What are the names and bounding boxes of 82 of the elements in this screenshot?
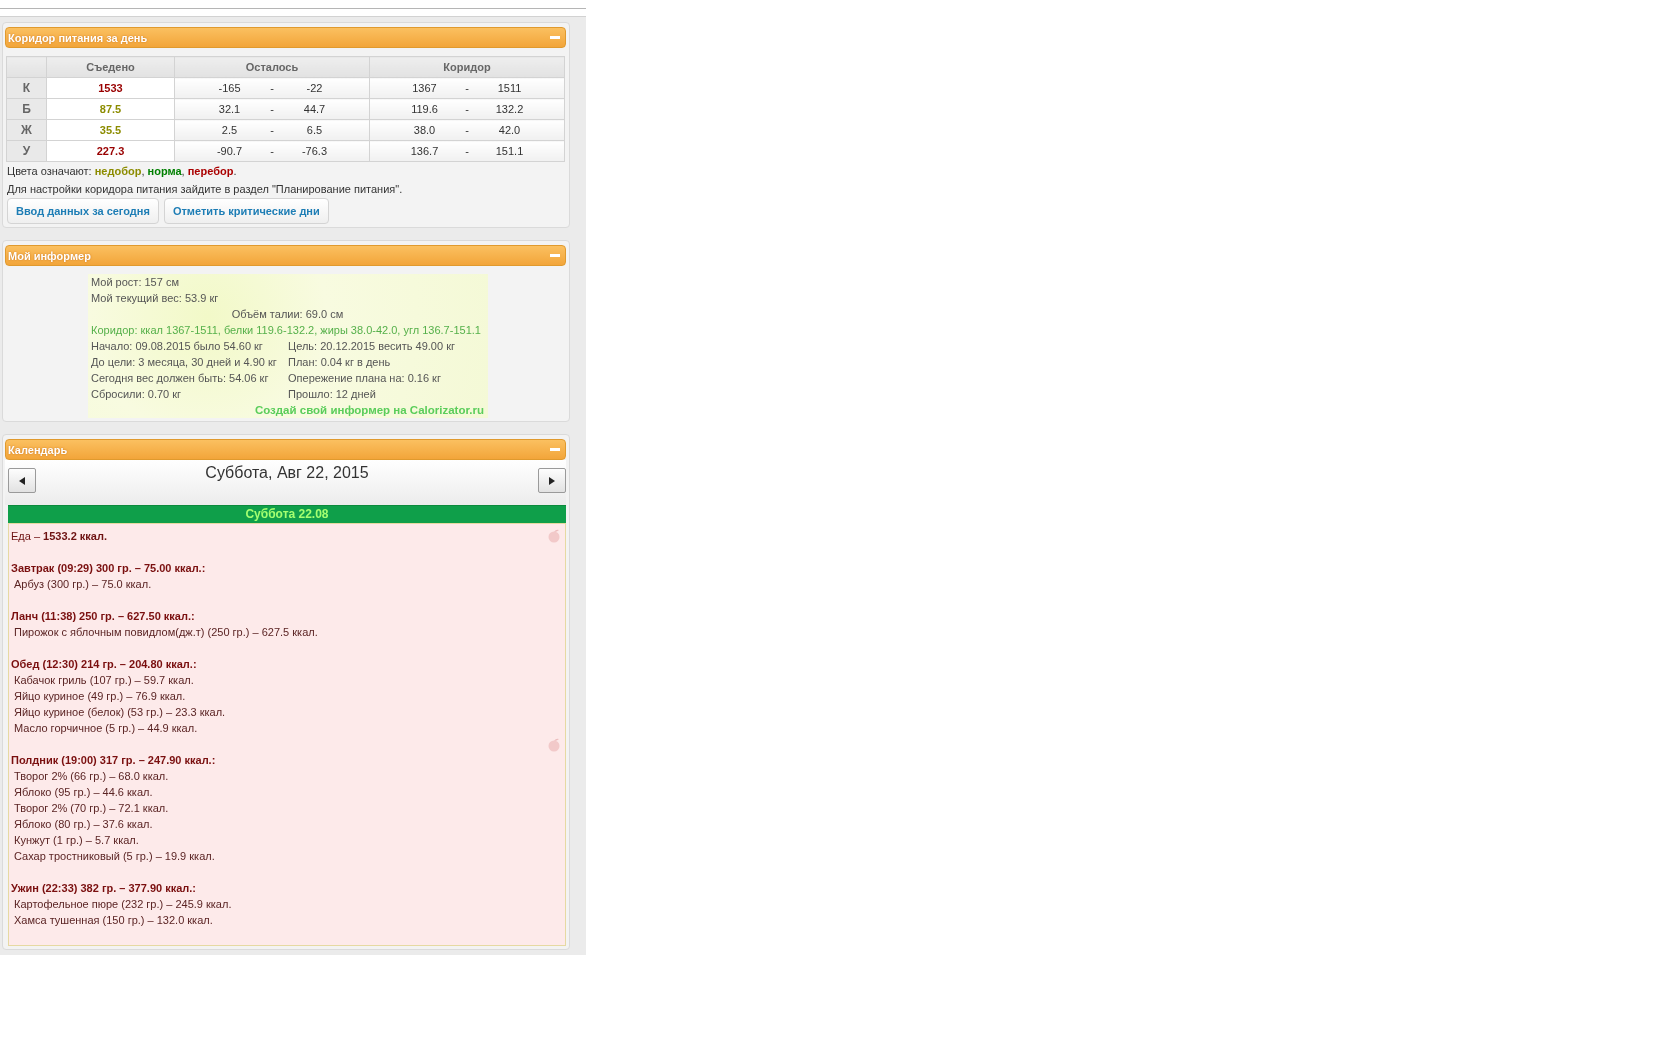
informer-line: Начало: 09.08.2015 было 54.60 кг: [91, 339, 264, 354]
meal-header: Ланч (11:38) 250 гр. – 627.50 ккал.:: [11, 610, 195, 622]
range-start: 119.6: [410, 103, 439, 115]
food-item: Яйцо куриное (белок) (53 гр.) – 23.3 ккал.: [14, 706, 226, 718]
meal-header: Обед (12:30) 214 гр. – 204.80 ккал.:: [11, 658, 197, 670]
range-dash: -: [464, 145, 470, 157]
informer-line: Прошло: 12 дней: [288, 387, 377, 402]
range-start: -165: [217, 82, 242, 94]
minus-icon[interactable]: [550, 254, 560, 257]
food-item: Картофельное пюре (232 гр.) – 245.9 ккал.: [14, 898, 232, 910]
range-end: -22: [305, 82, 324, 94]
food-item: Хамса тушенная (150 гр.) – 132.0 ккал.: [14, 914, 213, 926]
informer-line: Объём талии: 69.0 см: [231, 308, 344, 320]
next-day-button[interactable]: [538, 468, 566, 493]
row-label: У: [6, 140, 47, 162]
range-end: -76.3: [300, 145, 329, 157]
informer-line: Опережение плана на: 0.16 кг: [288, 371, 442, 386]
food-item: Сахар тростниковый (5 гр.) – 19.9 ккал.: [14, 850, 215, 862]
range-end: 44.7: [302, 103, 327, 115]
food-total: Еда – 1533.2 ккал.: [11, 530, 107, 542]
left-triangle-icon: [19, 476, 25, 485]
informer-line: До цели: 3 месяца, 30 дней и 4.90 кг: [91, 355, 278, 370]
informer-line: Мой рост: 157 см: [91, 276, 179, 288]
fruit-icon: [547, 738, 561, 752]
food-item: Кунжут (1 гр.) – 5.7 ккал.: [14, 834, 139, 846]
range-end: 1511: [496, 82, 523, 94]
range-dash: -: [269, 145, 275, 157]
settings-hint: Для настройки коридора питания зайдите в раздел "Планирование питания".: [6, 182, 404, 197]
minus-icon[interactable]: [550, 448, 560, 451]
range-end: 132.2: [494, 103, 525, 115]
informer-line: Коридор: ккал 1367-1511, белки 119.6-132.2, жиры 38.0-42.0, угл 136.7-151.1: [91, 324, 481, 336]
action-button[interactable]: Ввод данных за сегодня: [7, 198, 159, 224]
calendar-date-title: Суббота, Авг 22, 2015: [205, 463, 369, 482]
color-legend: Цвета означают: недобор, норма, перебор.: [5, 162, 566, 180]
informer-line: План: 0.04 кг в день: [288, 355, 392, 370]
row-label: Б: [6, 98, 47, 120]
fruit-icon: [547, 529, 561, 543]
food-item: Арбуз (300 гр.) – 75.0 ккал.: [14, 578, 152, 590]
range-start: -90.7: [215, 145, 244, 157]
row-label: Ж: [6, 119, 47, 141]
minus-icon[interactable]: [550, 36, 560, 39]
range-dash: -: [464, 103, 470, 115]
panel-title: Мой информер: [8, 249, 91, 262]
right-triangle-icon: [549, 476, 555, 485]
day-header: Суббота 22.08: [8, 505, 566, 523]
meal-header: Ужин (22:33) 382 гр. – 377.90 ккал.:: [11, 882, 196, 894]
food-item: Масло горчичное (5 гр.) – 44.9 ккал.: [14, 722, 198, 734]
informer-line: Сегодня вес должен быть: 54.06 кг: [91, 371, 270, 386]
range-start: 32.1: [217, 103, 242, 115]
food-item: Творог 2% (66 гр.) – 68.0 ккал.: [14, 770, 169, 782]
food-item: Яблоко (95 гр.) – 44.6 ккал.: [14, 786, 153, 798]
column-header: Коридор: [369, 56, 565, 78]
range-dash: -: [464, 82, 470, 94]
range-end: 151.1: [494, 145, 525, 157]
range-dash: -: [269, 103, 275, 115]
food-item: Пирожок с яблочным повидлом(дж.т) (250 гр.) – 627.5 ккал.: [14, 626, 318, 638]
food-item: Яйцо куриное (49 гр.) – 76.9 ккал.: [14, 690, 186, 702]
action-button[interactable]: Отметить критические дни: [163, 198, 329, 224]
range-start: 136.7: [409, 145, 440, 157]
food-item: Яблоко (80 гр.) – 37.6 ккал.: [14, 818, 153, 830]
food-item: Кабачок гриль (107 гр.) – 59.7 ккал.: [14, 674, 194, 686]
range-start: 38.0: [412, 124, 437, 136]
range-start: 1367: [411, 82, 438, 94]
panel-title: Календарь: [8, 443, 68, 456]
row-label: К: [6, 77, 47, 99]
previous-day-button[interactable]: [8, 468, 36, 493]
informer-line: Мой текущий вес: 53.9 кг: [91, 292, 219, 304]
range-dash: -: [464, 124, 470, 136]
informer-line: Цель: 20.12.2015 весить 49.00 кг: [288, 339, 456, 354]
corner-cell: [6, 56, 47, 78]
range-dash: -: [269, 82, 275, 94]
meal-header: Полдник (19:00) 317 гр. – 247.90 ккал.:: [11, 754, 216, 766]
range-dash: -: [269, 124, 275, 136]
column-header: Съедено: [46, 56, 175, 78]
food-item: Творог 2% (70 гр.) – 72.1 ккал.: [14, 802, 169, 814]
range-end: 6.5: [305, 124, 324, 136]
meal-header: Завтрак (09:29) 300 гр. – 75.00 ккал.:: [11, 562, 206, 574]
column-header: Осталось: [174, 56, 370, 78]
range-start: 2.5: [220, 124, 239, 136]
range-end: 42.0: [497, 124, 522, 136]
informer-line: Сбросили: 0.70 кг: [91, 387, 183, 402]
panel-title: Коридор питания за день: [8, 31, 148, 44]
